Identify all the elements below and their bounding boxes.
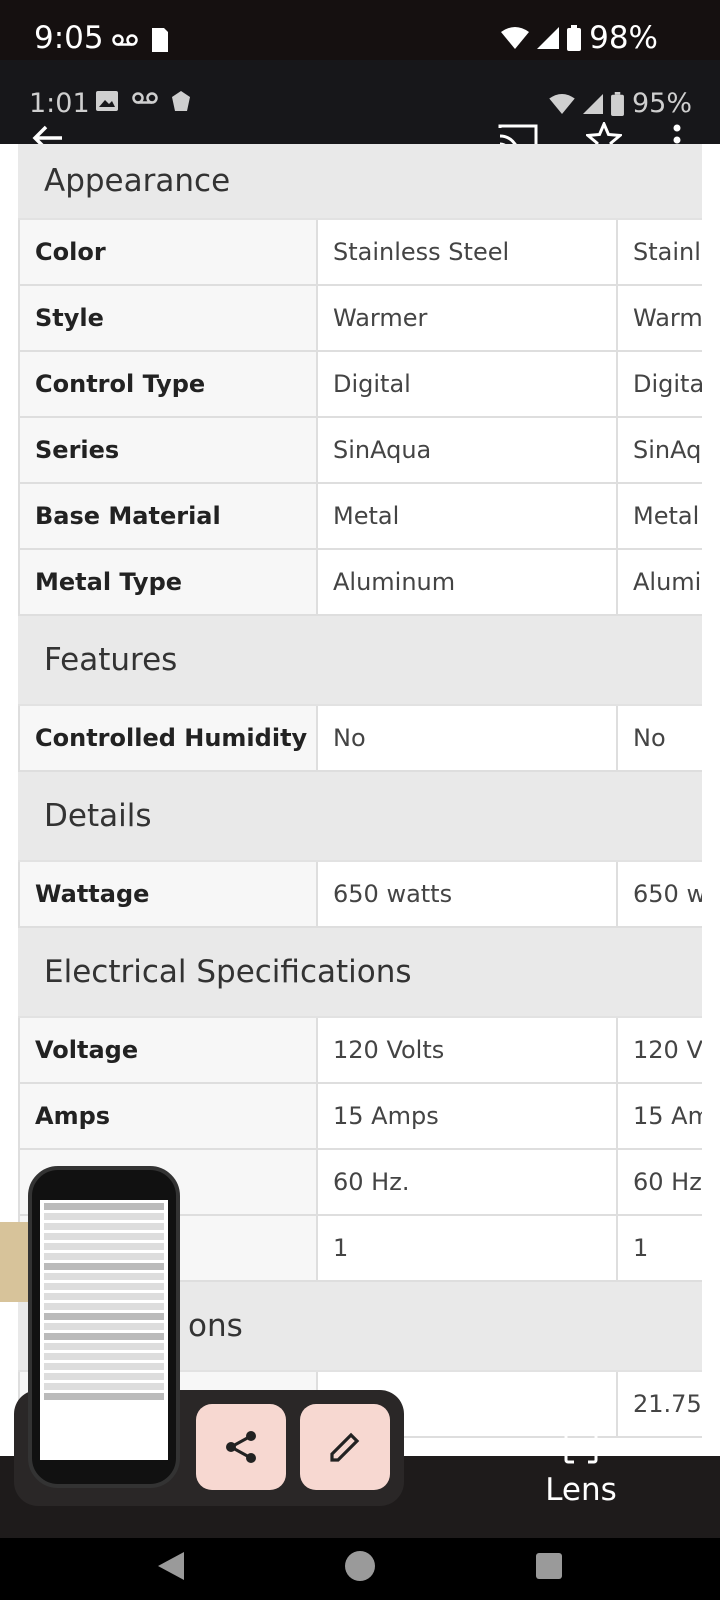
voicemail-icon xyxy=(112,34,138,46)
table-row: Control Type Digital Digita xyxy=(18,352,702,418)
edit-icon xyxy=(330,1432,360,1462)
row-value: 15 Amps xyxy=(318,1084,618,1148)
section-header: Details xyxy=(18,772,702,862)
navigation-bar xyxy=(0,1538,720,1600)
row-compare: 1 xyxy=(618,1216,702,1280)
table-row: Wattage 650 watts 650 w xyxy=(18,862,702,928)
row-value: Digital xyxy=(318,352,618,416)
row-compare: Digita xyxy=(618,352,702,416)
lens-label: Lens xyxy=(545,1472,617,1508)
sim-icon xyxy=(152,28,168,52)
image-icon xyxy=(96,91,118,111)
table-row: Amps 15 Amps 15 Am xyxy=(18,1084,702,1150)
row-compare: Metal xyxy=(618,484,702,548)
screenshot-thumbnail[interactable] xyxy=(28,1166,180,1488)
signal-icon xyxy=(537,27,560,49)
row-label: Series xyxy=(18,418,318,482)
edit-button[interactable] xyxy=(300,1404,390,1490)
inner-battery-percent: 95% xyxy=(631,88,692,119)
row-label: Amps xyxy=(18,1084,318,1148)
row-value: Aluminum xyxy=(318,550,618,614)
app-notification-icon xyxy=(172,91,190,111)
row-label: Wattage xyxy=(18,862,318,926)
wifi-icon xyxy=(501,27,530,49)
lens-icon xyxy=(564,1432,598,1464)
row-label: Base Material xyxy=(18,484,318,548)
row-compare: 15 Am xyxy=(618,1084,702,1148)
lens-button[interactable]: Lens xyxy=(536,1432,626,1508)
section-header: Appearance xyxy=(18,144,702,220)
section-header: Features xyxy=(18,616,702,706)
table-row: Voltage 120 Volts 120 Vo xyxy=(18,1018,702,1084)
row-value: SinAqua xyxy=(318,418,618,482)
row-value: Warmer xyxy=(318,286,618,350)
battery-icon xyxy=(567,25,582,51)
share-button[interactable] xyxy=(196,1404,286,1490)
row-value: 1 xyxy=(318,1216,618,1280)
table-row: Metal Type Aluminum Alumi xyxy=(18,550,702,616)
row-value: No xyxy=(318,706,618,770)
status-bar: 9:05 98% xyxy=(0,0,720,60)
row-value: Stainless Steel xyxy=(318,220,618,284)
battery-icon xyxy=(611,91,624,116)
table-row: Controlled Humidity No No xyxy=(18,706,702,772)
row-compare: 120 Vo xyxy=(618,1018,702,1082)
table-row: Style Warmer Warm xyxy=(18,286,702,352)
row-compare: 60 Hz. xyxy=(618,1150,702,1214)
section-header: Electrical Specifications xyxy=(18,928,702,1018)
battery-percent: 98% xyxy=(589,20,658,56)
signal-icon xyxy=(582,93,603,114)
row-compare: 21.75" xyxy=(618,1372,702,1436)
row-label: Voltage xyxy=(18,1018,318,1082)
recents-nav-icon[interactable] xyxy=(535,1552,563,1580)
row-label: Controlled Humidity xyxy=(18,706,318,770)
back-nav-icon[interactable] xyxy=(156,1550,186,1582)
row-compare: Stainl xyxy=(618,220,702,284)
row-compare: No xyxy=(618,706,702,770)
row-label: Color xyxy=(18,220,318,284)
table-row: Color Stainless Steel Stainl xyxy=(18,220,702,286)
section-title-partial: ons xyxy=(188,1308,243,1344)
voicemail-icon xyxy=(132,92,158,104)
row-label: Metal Type xyxy=(18,550,318,614)
row-value: 120 Volts xyxy=(318,1018,618,1082)
wifi-icon xyxy=(549,93,575,114)
table-row: Base Material Metal Metal xyxy=(18,484,702,550)
share-icon xyxy=(226,1431,256,1463)
row-compare: SinAq xyxy=(618,418,702,482)
side-tab xyxy=(0,1222,28,1302)
row-value: 60 Hz. xyxy=(318,1150,618,1214)
row-value: Metal xyxy=(318,484,618,548)
table-row: Series SinAqua SinAq xyxy=(18,418,702,484)
row-compare: Warm xyxy=(618,286,702,350)
row-compare: Alumi xyxy=(618,550,702,614)
home-nav-icon[interactable] xyxy=(344,1550,376,1582)
inner-status-time: 1:01 xyxy=(29,88,90,119)
row-value: 650 watts xyxy=(318,862,618,926)
row-label: Style xyxy=(18,286,318,350)
row-label: Control Type xyxy=(18,352,318,416)
row-compare: 650 w xyxy=(618,862,702,926)
status-time: 9:05 xyxy=(34,20,104,56)
